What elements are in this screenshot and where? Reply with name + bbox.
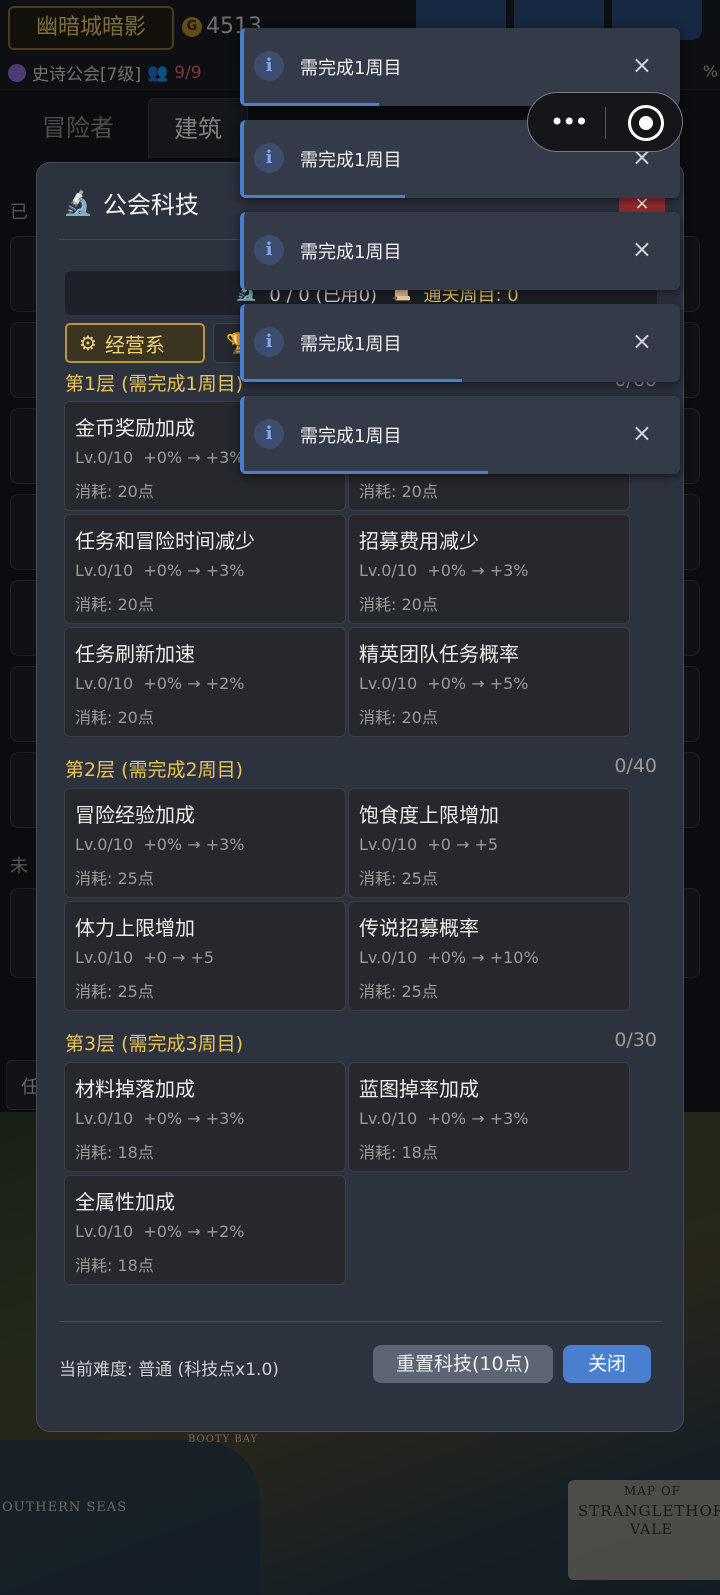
- tech-level: Lv.0/10 +0% → +10%: [359, 948, 539, 967]
- microscope-icon: 🔬: [63, 188, 93, 217]
- tech-name: 传说招募概率: [359, 916, 479, 940]
- more-options-icon[interactable]: •••: [550, 110, 588, 134]
- tier-2-count: 0/40: [614, 755, 657, 777]
- gear-icon: ⚙: [79, 331, 97, 355]
- tech-name: 材料掉落加成: [75, 1077, 195, 1101]
- toast-close-icon[interactable]: ×: [632, 418, 652, 448]
- tech-cost: 消耗: 25点: [75, 982, 154, 1001]
- toast-progress: [244, 471, 489, 474]
- tech-level: Lv.0/10 +0% → +2%: [75, 1222, 245, 1241]
- tech-name: 任务刷新加速: [75, 642, 195, 666]
- reset-tech-button[interactable]: 重置科技(10点): [373, 1345, 553, 1383]
- tech-level: Lv.0/10 +0 → +5: [359, 835, 499, 854]
- toast-progress: [244, 379, 462, 382]
- tech-level: Lv.0/10 +0% → +3%: [75, 448, 245, 467]
- tech-card[interactable]: 体力上限增加 Lv.0/10 +0 → +5 消耗: 25点: [64, 901, 346, 1011]
- modal-header: 🔬 公会科技: [63, 185, 199, 220]
- close-button[interactable]: 关闭: [563, 1345, 651, 1383]
- tech-level: Lv.0/10 +0 → +5: [75, 948, 215, 967]
- toast-message: 需完成1周目: [300, 242, 402, 263]
- tech-cost: 消耗: 20点: [359, 482, 438, 501]
- toast-message: 需完成1周目: [300, 58, 402, 79]
- tech-name: 冒险经验加成: [75, 803, 195, 827]
- tier-3-title: 第3层 (需完成3周目): [65, 1033, 244, 1055]
- difficulty-text: 当前难度: 普通 (科技点x1.0): [59, 1360, 279, 1380]
- tech-cost: 消耗: 20点: [75, 482, 154, 501]
- info-icon: i: [254, 143, 284, 173]
- toast-message: 需完成1周目: [300, 334, 402, 355]
- toast-notification: i 需完成1周目 ×: [240, 212, 680, 290]
- tech-cost: 消耗: 20点: [75, 595, 154, 614]
- modal-title: 公会科技: [102, 191, 199, 219]
- toast-close-icon[interactable]: ×: [632, 50, 652, 80]
- tech-card[interactable]: 招募费用减少 Lv.0/10 +0% → +3% 消耗: 20点: [348, 514, 630, 624]
- tier-3-count: 0/30: [614, 1029, 657, 1051]
- tech-name: 招募费用减少: [359, 529, 479, 553]
- tab-business-label: 经营系: [104, 332, 165, 357]
- toast-message: 需完成1周目: [300, 426, 402, 447]
- miniprogram-capsule: •••: [527, 92, 683, 152]
- toast-notification: i 需完成1周目 ×: [240, 396, 680, 474]
- tech-cost: 消耗: 20点: [359, 595, 438, 614]
- toast-close-icon[interactable]: ×: [632, 234, 652, 264]
- tech-cost: 消耗: 25点: [359, 982, 438, 1001]
- tech-name: 任务和冒险时间减少: [75, 529, 255, 553]
- tech-name: 精英团队任务概率: [359, 642, 519, 666]
- tech-cost: 消耗: 20点: [359, 708, 438, 727]
- tech-card[interactable]: 传说招募概率 Lv.0/10 +0% → +10% 消耗: 25点: [348, 901, 630, 1011]
- tech-cost: 消耗: 18点: [75, 1143, 154, 1162]
- tech-name: 蓝图掉率加成: [359, 1077, 479, 1101]
- info-icon: i: [254, 419, 284, 449]
- toast-progress: [244, 195, 406, 198]
- tech-cost: 消耗: 25点: [359, 869, 438, 888]
- tech-level: Lv.0/10 +0% → +3%: [359, 561, 529, 580]
- tech-level: Lv.0/10 +0% → +2%: [75, 674, 245, 693]
- tech-name: 全属性加成: [75, 1190, 175, 1214]
- tech-card[interactable]: 任务和冒险时间减少 Lv.0/10 +0% → +3% 消耗: 20点: [64, 514, 346, 624]
- tech-card[interactable]: 任务刷新加速 Lv.0/10 +0% → +2% 消耗: 20点: [64, 627, 346, 737]
- tech-cost: 消耗: 18点: [359, 1143, 438, 1162]
- capsule-divider: [605, 107, 606, 139]
- info-icon: i: [254, 51, 284, 81]
- tier-2-title: 第2层 (需完成2周目): [65, 759, 244, 781]
- tab-business-system[interactable]: ⚙ 经营系: [65, 323, 205, 363]
- tech-cost: 消耗: 20点: [75, 708, 154, 727]
- tech-name: 饱食度上限增加: [359, 803, 499, 827]
- toast-message: 需完成1周目: [300, 150, 402, 171]
- tech-card[interactable]: 材料掉落加成 Lv.0/10 +0% → +3% 消耗: 18点: [64, 1062, 346, 1172]
- tech-name: 金币奖励加成: [75, 416, 195, 440]
- tech-level: Lv.0/10 +0% → +3%: [359, 1109, 529, 1128]
- toast-notification: i 需完成1周目 ×: [240, 304, 680, 382]
- info-icon: i: [254, 327, 284, 357]
- tech-cost: 消耗: 18点: [75, 1256, 154, 1275]
- tech-card[interactable]: 饱食度上限增加 Lv.0/10 +0 → +5 消耗: 25点: [348, 788, 630, 898]
- tech-level: Lv.0/10 +0% → +3%: [75, 561, 245, 580]
- tech-level: Lv.0/10 +0% → +3%: [75, 835, 245, 854]
- toast-progress: [244, 103, 380, 106]
- tech-card[interactable]: 冒险经验加成 Lv.0/10 +0% → +3% 消耗: 25点: [64, 788, 346, 898]
- tier-1-title: 第1层 (需完成1周目): [65, 373, 244, 395]
- exit-target-icon[interactable]: [628, 105, 664, 141]
- tech-card[interactable]: 精英团队任务概率 Lv.0/10 +0% → +5% 消耗: 20点: [348, 627, 630, 737]
- tech-card[interactable]: 全属性加成 Lv.0/10 +0% → +2% 消耗: 18点: [64, 1175, 346, 1285]
- footer-divider: [59, 1321, 663, 1322]
- tech-level: Lv.0/10 +0% → +3%: [75, 1109, 245, 1128]
- toast-close-icon[interactable]: ×: [632, 326, 652, 356]
- tech-card[interactable]: 蓝图掉率加成 Lv.0/10 +0% → +3% 消耗: 18点: [348, 1062, 630, 1172]
- tech-cost: 消耗: 25点: [75, 869, 154, 888]
- tech-level: Lv.0/10 +0% → +5%: [359, 674, 529, 693]
- info-icon: i: [254, 235, 284, 265]
- tech-name: 体力上限增加: [75, 916, 195, 940]
